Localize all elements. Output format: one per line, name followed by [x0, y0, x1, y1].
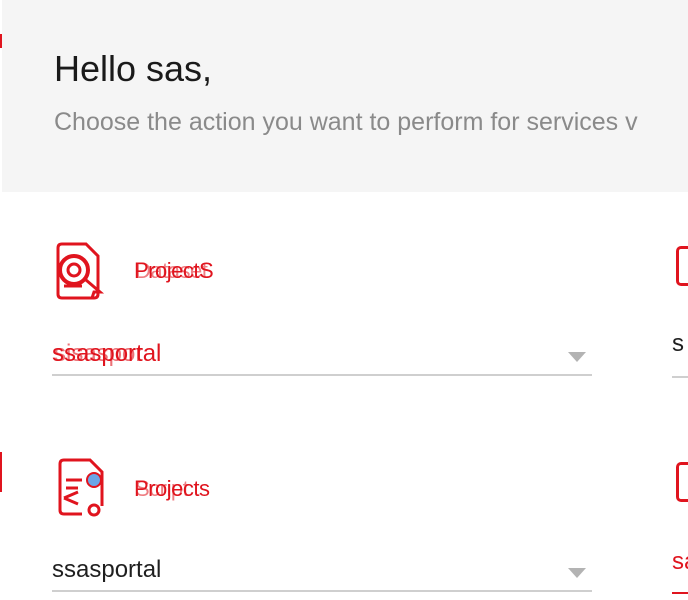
select-underline — [672, 376, 688, 378]
chevron-down-icon[interactable] — [568, 352, 586, 362]
certificate-badge-icon — [52, 240, 108, 300]
card-title-overlap: Dataset — [135, 258, 208, 283]
card-title-scripts: Projects Script — [134, 476, 210, 502]
greeting-title: Hello sas, — [54, 48, 213, 89]
project-select-1[interactable]: ssasportal sisaspor — [52, 326, 592, 376]
select-underline — [672, 592, 688, 594]
project-select-2[interactable]: ssasportal — [52, 542, 592, 592]
select-value-partial[interactable]: sa — [672, 548, 688, 576]
card-title-overlap: Script — [135, 476, 189, 501]
select-value-overlap: sisaspor — [54, 340, 144, 367]
greeting-subtitle: Choose the action you want to perform fo… — [54, 108, 638, 136]
card-icon-partial — [676, 246, 688, 286]
select-value-text: ssasportal — [52, 556, 162, 583]
card-title-projects: ProjectS Dataset — [134, 258, 214, 284]
select-value: ssasportal sisaspor — [52, 340, 161, 368]
select-value-partial[interactable]: s — [672, 330, 684, 358]
welcome-header: Hello sas, Choose the action you want to… — [2, 0, 688, 192]
card-icon-partial — [676, 462, 688, 502]
edge-marker — [0, 452, 2, 492]
page: Hello sas, Choose the action you want to… — [0, 0, 688, 600]
document-share-icon — [52, 458, 108, 518]
chevron-down-icon[interactable] — [568, 568, 586, 578]
